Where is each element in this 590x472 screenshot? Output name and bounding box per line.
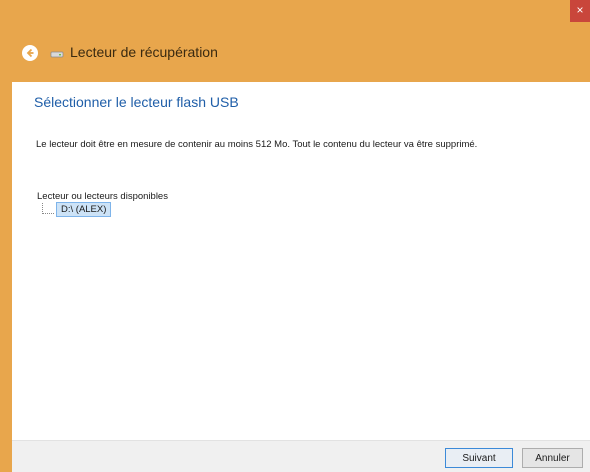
window-title: Lecteur de récupération bbox=[70, 44, 218, 60]
close-button[interactable]: × bbox=[570, 0, 590, 22]
close-icon: × bbox=[576, 3, 584, 17]
footer-bar: Suivant Annuler bbox=[12, 440, 590, 472]
available-drives-label: Lecteur ou lecteurs disponibles bbox=[37, 191, 168, 202]
drive-list-item[interactable]: D:\ (ALEX) bbox=[56, 202, 112, 217]
recovery-drive-window: × Lecteur de récupération Sélectionner l… bbox=[0, 0, 590, 472]
instruction-text: Le lecteur doit être en mesure de conten… bbox=[36, 139, 478, 150]
title-bar: × Lecteur de récupération bbox=[0, 0, 590, 80]
back-button[interactable] bbox=[22, 45, 38, 61]
usb-drive-icon bbox=[50, 51, 64, 58]
cancel-button[interactable]: Annuler bbox=[522, 448, 583, 468]
back-arrow-icon bbox=[26, 48, 34, 58]
tree-connector bbox=[42, 203, 54, 214]
page-title: Sélectionner le lecteur flash USB bbox=[34, 94, 239, 110]
next-button[interactable]: Suivant bbox=[445, 448, 513, 468]
main-content: Sélectionner le lecteur flash USB Le lec… bbox=[12, 82, 590, 440]
